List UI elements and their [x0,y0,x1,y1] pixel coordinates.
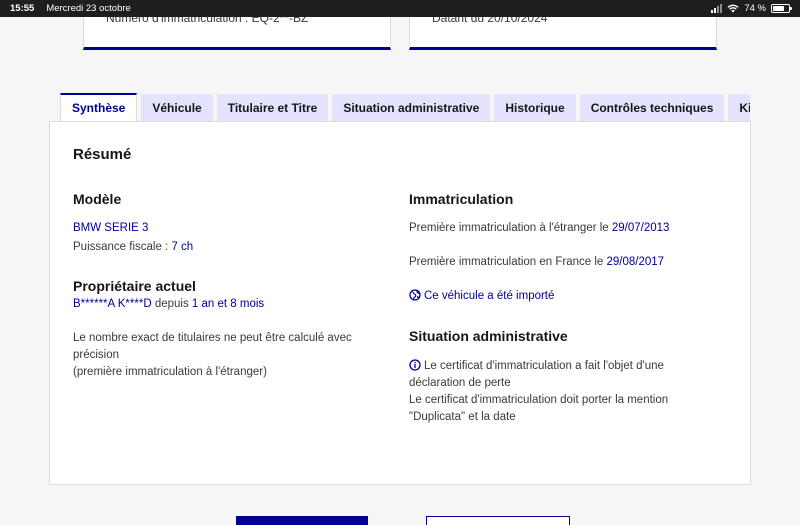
registration-number-text: Numéro d'immatriculation : EQ-2**-BZ [106,17,309,25]
admin-line4: "Duplicata" et la date [409,411,516,423]
owner-note-line1: Le nombre exact de titulaires ne peut êt… [73,332,352,344]
fiscal-power: Puissance fiscale : 7 ch [73,239,193,256]
model-heading: Modèle [73,191,122,207]
model-name: BMW SERIE 3 [73,222,149,234]
tab-kilometrage[interactable]: Kilo [728,94,750,121]
tab-vehicule[interactable]: Véhicule [141,94,213,121]
imported-text: Ce véhicule a été importé [424,290,555,302]
report-date-text: Datant du 20/10/2024 [432,17,548,25]
info-icon [409,359,421,371]
owner-count-note: Le nombre exact de titulaires ne peut êt… [73,330,352,381]
first-registration-abroad: Première immatriculation à l'étranger le… [409,220,669,237]
owner-heading: Propriétaire actuel [73,278,196,294]
tab-controles-techniques[interactable]: Contrôles techniques [579,94,725,121]
tab-bar: Synthèse Véhicule Titulaire et Titre Sit… [60,93,750,121]
foreign-registration-date: 29/07/2013 [611,222,670,234]
tab-situation-administrative[interactable]: Situation administrative [332,94,491,121]
admin-line1: Le certificat d'immatriculation a fait l… [409,358,729,375]
owner-since-value: 1 an et 8 mois [191,298,265,310]
owner-note-line2: précision [73,349,120,361]
battery-percent: 74 % [744,3,766,14]
summary-title: Résumé [73,146,132,163]
secondary-action-button[interactable] [426,516,570,525]
fiscal-power-value: 7 ch [171,241,194,253]
admin-line3: Le certificat d'immatriculation doit por… [409,394,669,406]
report-date-card: Datant du 20/10/2024 [409,17,717,50]
owner-note-line3: (première immatriculation à l'étranger) [73,366,267,378]
imported-notice: Ce véhicule a été importé [409,288,554,305]
owner-since-label: depuis [151,298,192,310]
cellular-signal-icon [711,4,723,13]
tab-synthese[interactable]: Synthèse [60,93,138,121]
primary-action-button[interactable] [236,516,368,525]
admin-line2: déclaration de perte [409,377,511,389]
france-registration-date: 29/08/2017 [606,256,665,268]
registration-number-card: Numéro d'immatriculation : EQ-2**-BZ [83,17,391,50]
admin-situation-heading: Situation administrative [409,328,568,344]
status-time: 15:55 [10,3,35,14]
status-bar: 15:55 Mercredi 23 octobre 74 % [0,0,800,17]
owner-line: B******A K****D depuis 1 an et 8 mois [73,296,264,313]
registration-heading: Immatriculation [409,191,514,207]
tab-historique[interactable]: Historique [494,94,576,121]
tab-titulaire-et-titre[interactable]: Titulaire et Titre [216,94,329,121]
first-registration-france: Première immatriculation en France le 29… [409,254,664,271]
admin-line1-text: Le certificat d'immatriculation a fait l… [424,360,664,372]
globe-icon [409,289,421,301]
owner-name: B******A K****D [73,298,152,310]
france-registration-label: Première immatriculation en France le [409,256,607,268]
summary-panel: Résumé Modèle BMW SERIE 3 Puissance fisc… [49,121,751,485]
status-date: Mercredi 23 octobre [46,3,131,14]
wifi-icon [727,4,739,13]
admin-situation-details: Le certificat d'immatriculation a fait l… [409,358,729,426]
fiscal-power-label: Puissance fiscale : [73,241,172,253]
battery-icon [771,4,792,13]
foreign-registration-label: Première immatriculation à l'étranger le [409,222,612,234]
